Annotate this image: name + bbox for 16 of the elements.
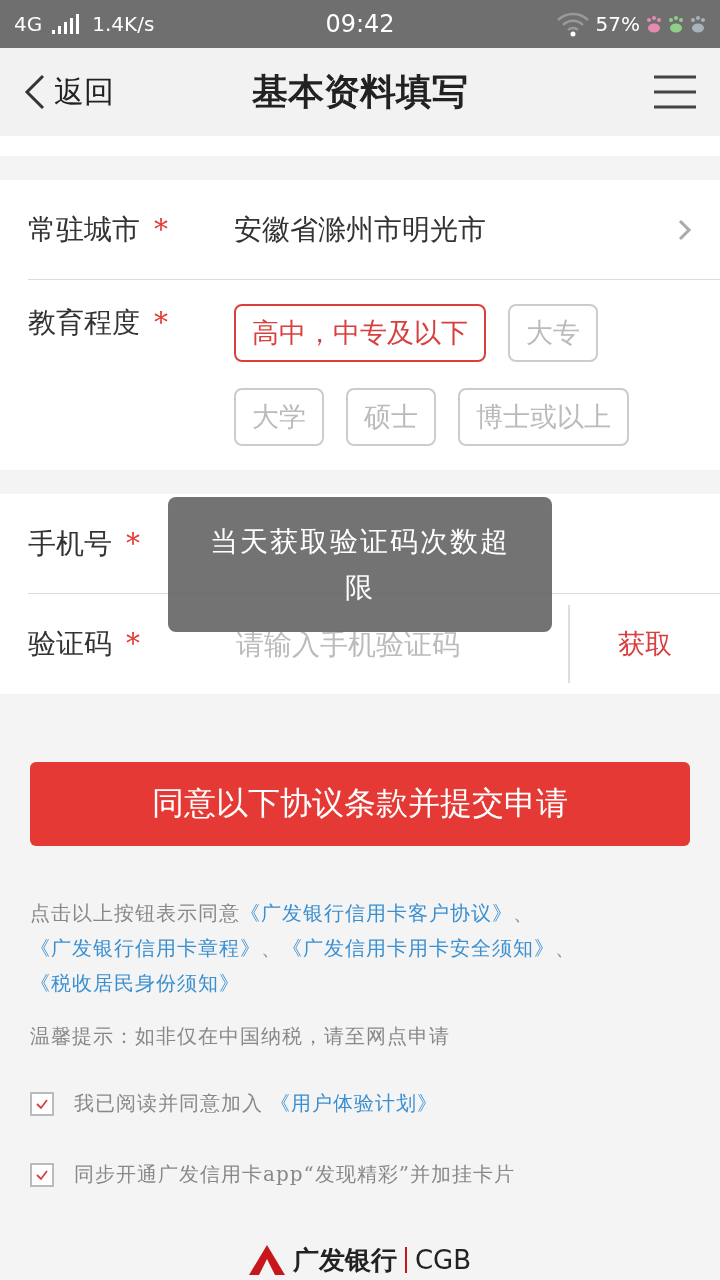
brand-code: CGB <box>414 1245 472 1275</box>
checkbox-label: 我已阅读并同意加入 《用户体验计划》 <box>74 1090 439 1117</box>
field-label: 教育程度 * <box>28 305 168 341</box>
tip-text: 温馨提示：如非仅在中国纳税，请至网点申请 <box>30 1023 451 1050</box>
clock-time: 09:42 <box>325 10 395 38</box>
field-label: 验证码 * <box>28 626 140 662</box>
field-label: 常驻城市 * <box>28 211 168 248</box>
network-speed: 1.4K/s <box>92 12 155 36</box>
agreement-text: 点击以上按钮表示同意《广发银行信用卡客户协议》、 《广发银行信用卡章程》、《广发信用卡用卡安全须知》、 《税收居民身份须知》 <box>30 900 577 997</box>
field-label: 手机号 * <box>28 525 140 562</box>
checkbox-label: 同步开通广发信用卡app“发现精彩”并加挂卡片 <box>74 1161 515 1188</box>
battery-level: 57% <box>595 12 640 36</box>
page-title: 基本资料填写 <box>251 68 469 114</box>
brand-name: 广发银行 <box>292 1243 397 1277</box>
network-type: 4G <box>14 12 43 36</box>
error-toast: 当天获取验证码次数超限 <box>168 497 552 632</box>
